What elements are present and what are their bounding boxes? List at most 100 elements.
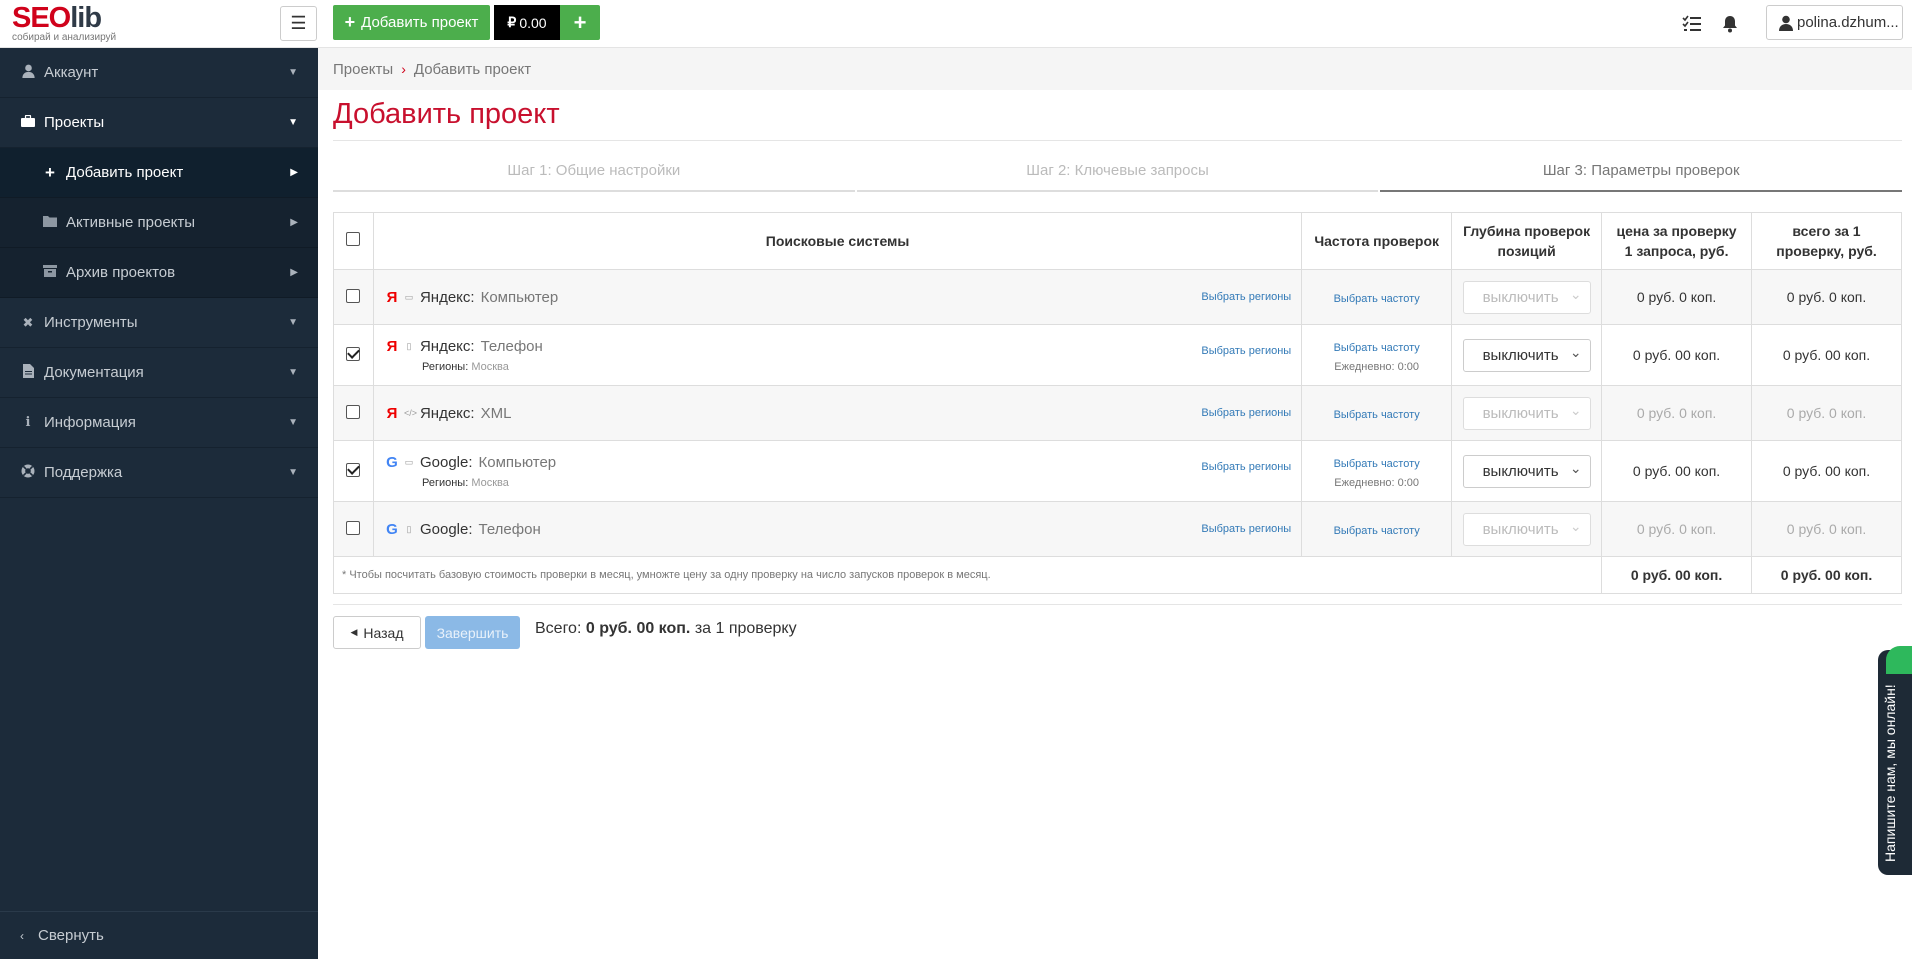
depth-select[interactable]: выключить — [1462, 512, 1591, 546]
regions-line: Регионы: Москва — [386, 477, 1291, 489]
caret-right-icon: ▶ — [290, 267, 298, 278]
search-engines-table: Поисковые системы Частота проверок Глуби… — [332, 212, 1902, 594]
select-regions-link[interactable]: Выбрать регионы — [1201, 345, 1291, 357]
select-frequency-link[interactable]: Выбрать частоту — [1334, 458, 1420, 470]
select-frequency-link[interactable]: Выбрать частоту — [1334, 409, 1420, 421]
chat-label: Напишите нам, мы онлайн! — [1882, 684, 1898, 862]
header-select-all[interactable] — [333, 212, 374, 270]
engine-name: Яндекс: — [419, 404, 475, 422]
select-all-checkbox[interactable] — [346, 232, 361, 246]
sidebar-item-archive[interactable]: Архив проектов ▶ — [0, 248, 318, 298]
add-project-button[interactable]: + Добавить проект — [333, 5, 490, 40]
ruble-icon: ₽ — [507, 14, 517, 30]
total-value: 0 руб. 00 коп. — [585, 620, 691, 637]
select-regions-link[interactable]: Выбрать регионы — [1201, 407, 1291, 419]
code-icon: </> — [403, 408, 417, 418]
folder-icon — [42, 215, 58, 230]
total-prefix: Всего: — [535, 620, 582, 637]
chat-widget-tab[interactable]: Напишите нам, мы онлайн! — [1878, 646, 1912, 875]
sidebar-item-projects[interactable]: Проекты ▼ — [0, 98, 318, 148]
divider — [333, 604, 1902, 605]
table-row: Я </> Яндекс: XML Выбрать регионы Выбрат… — [333, 385, 1902, 441]
row-checkbox[interactable] — [346, 404, 361, 419]
sidebar-item-active-projects[interactable]: Активные проекты ▶ — [0, 198, 318, 248]
top-up-button[interactable]: + — [560, 5, 600, 40]
menu-toggle-button[interactable]: ☰ — [280, 6, 317, 41]
sidebar-item-support[interactable]: Поддержка ▼ — [0, 448, 318, 498]
tools-icon: ✖ — [22, 314, 34, 330]
user-menu-button[interactable]: polina.dzhum... — [1766, 5, 1903, 40]
total-per-value: 0 руб. 0 коп. — [1751, 501, 1902, 557]
back-button[interactable]: ◀ Назад — [333, 616, 421, 649]
sidebar-item-account[interactable]: Аккаунт ▼ — [0, 48, 318, 98]
depth-select[interactable]: выключить — [1462, 338, 1591, 372]
select-regions-link[interactable]: Выбрать регионы — [1201, 291, 1291, 303]
phone-icon: ▯ — [406, 523, 412, 534]
row-checkbox[interactable] — [346, 520, 361, 535]
table-row: G ▭ Google: Компьютер Регионы: Москва Вы… — [333, 440, 1902, 502]
depth-select[interactable]: выключить — [1462, 454, 1591, 488]
price-per-value: 0 руб. 0 коп. — [1601, 385, 1753, 441]
tasks-icon[interactable] — [1680, 12, 1704, 36]
collapse-label: Свернуть — [38, 927, 104, 944]
row-checkbox[interactable] — [346, 462, 361, 477]
phone-icon: ▯ — [406, 340, 412, 351]
row-checkbox[interactable] — [346, 288, 361, 303]
regions-line: Регионы: Москва — [386, 361, 1291, 373]
caret-right-icon: ▶ — [290, 217, 298, 228]
sidebar-item-docs[interactable]: Документация ▼ — [0, 348, 318, 398]
table-row: Я ▯ Яндекс: Телефон Регионы: Москва Выбр… — [333, 324, 1902, 386]
finish-button[interactable]: Завершить — [425, 616, 520, 649]
engine-name: Google: — [419, 453, 473, 471]
footnote: * Чтобы посчитать базовую стоимость пров… — [332, 556, 1603, 594]
caret-left-icon: ◀ — [350, 627, 358, 637]
select-regions-link[interactable]: Выбрать регионы — [1201, 523, 1291, 535]
step-3[interactable]: Шаг 3: Параметры проверок — [1380, 158, 1903, 192]
engine-device: Телефон — [478, 520, 541, 538]
sidebar-item-tools[interactable]: ✖ Инструменты ▼ — [0, 298, 318, 348]
google-logo-icon: G — [386, 453, 398, 471]
total-per-value: 0 руб. 00 коп. — [1751, 324, 1902, 386]
logo[interactable]: SEOlib собирай и анализируй — [12, 4, 312, 44]
sidebar-item-label: Активные проекты — [66, 214, 196, 231]
depth-select[interactable]: выключить — [1462, 280, 1591, 314]
sidebar-item-label: Инструменты — [44, 314, 138, 331]
footer-price-total: 0 руб. 00 коп. — [1601, 556, 1753, 594]
price-per-value: 0 руб. 0 коп. — [1601, 501, 1753, 557]
balance-button[interactable]: ₽ 0.00 — [494, 5, 560, 40]
table-header-row: Поисковые системы Частота проверок Глуби… — [333, 212, 1902, 270]
sidebar-item-info[interactable]: i Информация ▼ — [0, 398, 318, 448]
header-price-per: цена за проверку 1 запроса, руб. — [1601, 212, 1753, 270]
user-name: polina.dzhum... — [1797, 14, 1899, 31]
plus-icon: + — [573, 9, 587, 35]
total-suffix: за 1 проверку — [694, 620, 797, 637]
step-1[interactable]: Шаг 1: Общие настройки — [333, 158, 855, 192]
page-title: Добавить проект — [333, 98, 560, 130]
step-2[interactable]: Шаг 2: Ключевые запросы — [856, 158, 1379, 192]
plus-icon: + — [344, 12, 356, 32]
desktop-icon: ▭ — [404, 291, 414, 302]
sidebar-item-label: Проекты — [44, 114, 105, 131]
balance-value: 0.00 — [519, 14, 547, 31]
price-per-value: 0 руб. 0 коп. — [1601, 269, 1753, 325]
top-bar: SEOlib собирай и анализируй ☰ + Добавить… — [0, 0, 1912, 48]
yandex-logo-icon: Я — [386, 288, 398, 306]
select-frequency-link[interactable]: Выбрать частоту — [1334, 293, 1420, 305]
caret-down-icon: ▼ — [288, 67, 298, 78]
bell-icon[interactable] — [1718, 12, 1742, 36]
wizard-steps: Шаг 1: Общие настройки Шаг 2: Ключевые з… — [333, 158, 1903, 192]
regions-value: Москва — [471, 476, 509, 489]
select-frequency-link[interactable]: Выбрать частоту — [1334, 525, 1420, 537]
sidebar-collapse-button[interactable]: ‹ Свернуть — [0, 911, 318, 959]
select-frequency-link[interactable]: Выбрать частоту — [1334, 342, 1420, 354]
footer-sum-total: 0 руб. 00 коп. — [1751, 556, 1902, 594]
depth-select[interactable]: выключить — [1462, 396, 1591, 430]
breadcrumb-root-link[interactable]: Проекты — [333, 61, 393, 78]
regions-label: Регионы: — [421, 360, 469, 373]
sidebar-item-add-project[interactable]: + Добавить проект ▶ — [0, 148, 318, 198]
regions-label: Регионы: — [421, 476, 469, 489]
caret-down-icon: ▼ — [288, 467, 298, 478]
row-checkbox[interactable] — [346, 346, 361, 361]
select-regions-link[interactable]: Выбрать регионы — [1201, 461, 1291, 473]
engine-name: Яндекс: — [419, 288, 475, 306]
